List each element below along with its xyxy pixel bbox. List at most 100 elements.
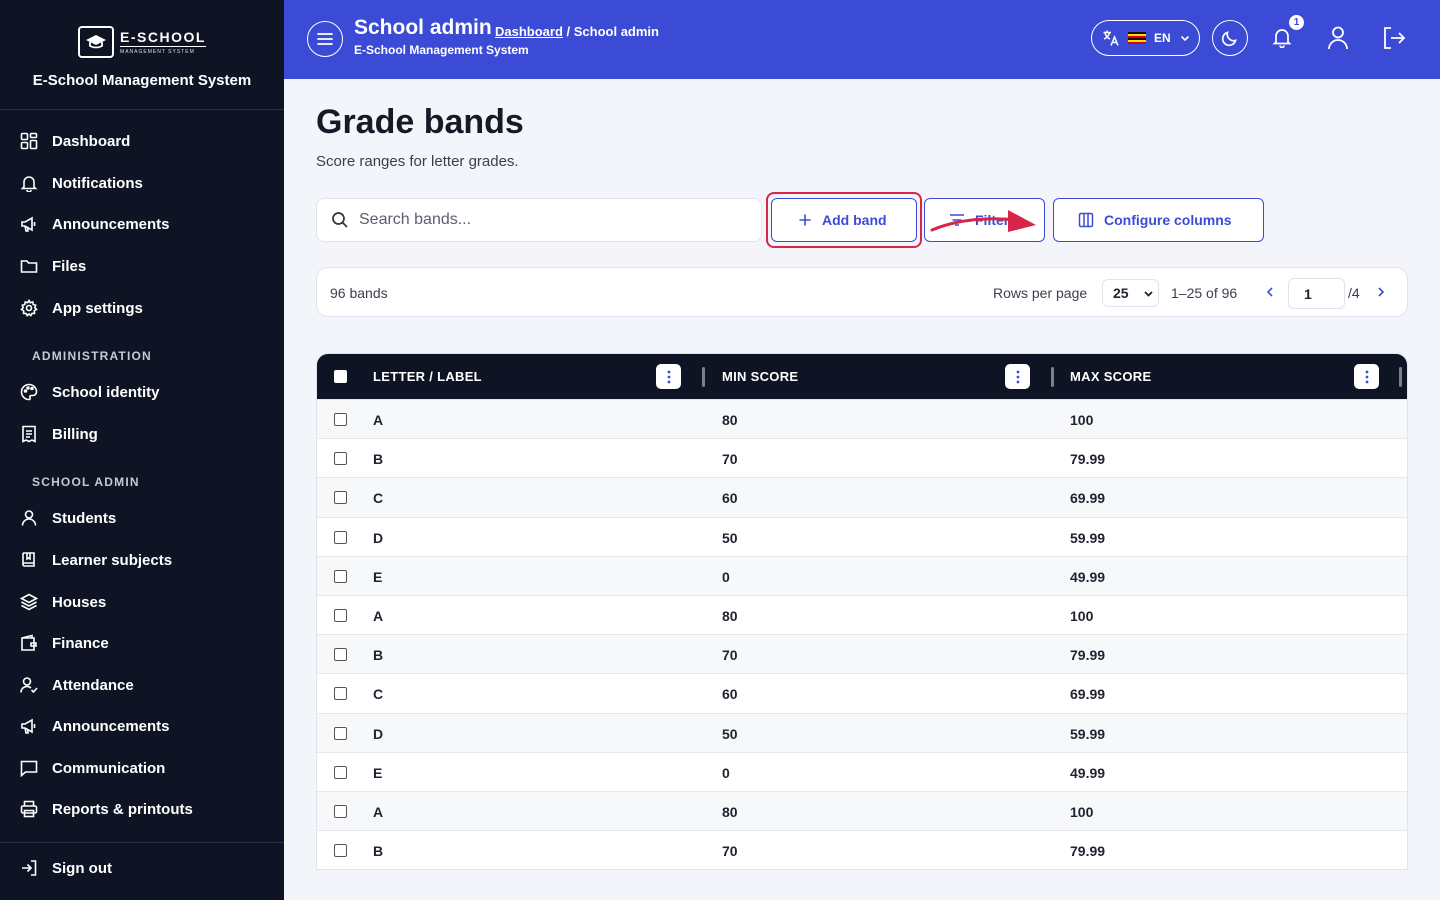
cell-min-score: 60 — [722, 490, 738, 507]
cell-max-score: 69.99 — [1070, 686, 1106, 703]
sidebar-item-students[interactable]: Students — [20, 506, 116, 530]
sidebar-item-app-settings[interactable]: App settings — [20, 296, 143, 320]
column-menu-button[interactable] — [656, 364, 681, 389]
logout-icon — [1384, 27, 1406, 49]
cell-letter: B — [373, 647, 384, 664]
breadcrumb-link-dashboard[interactable]: Dashboard — [495, 24, 563, 39]
graduation-cap-icon — [78, 26, 115, 58]
page-number-input[interactable]: 1 — [1288, 278, 1345, 309]
row-checkbox[interactable] — [334, 726, 347, 740]
logo[interactable]: E-SCHOOL MANAGEMENT SYSTEM — [78, 26, 206, 58]
row-checkbox[interactable] — [334, 844, 347, 858]
megaphone-icon — [21, 216, 36, 232]
more-vertical-icon — [1016, 370, 1019, 383]
column-resize-handle[interactable] — [702, 367, 705, 387]
sidebar-item-label: Files — [52, 257, 87, 275]
column-menu-button[interactable] — [1005, 364, 1030, 389]
table-row[interactable]: B 70 79.99 — [317, 634, 1407, 674]
row-checkbox[interactable] — [334, 687, 347, 701]
theme-toggle-button[interactable] — [1212, 20, 1248, 56]
cell-letter: C — [373, 686, 384, 703]
row-checkbox[interactable] — [334, 648, 347, 662]
column-resize-handle[interactable] — [1051, 367, 1054, 387]
user-icon — [21, 510, 37, 526]
add-band-button[interactable]: Add band — [771, 198, 917, 242]
row-checkbox[interactable] — [334, 804, 347, 818]
cell-max-score: 59.99 — [1070, 529, 1106, 546]
sidebar-item-label: School identity — [52, 383, 160, 401]
column-header-max-score[interactable]: MAX SCORE — [1070, 369, 1151, 384]
table-row[interactable]: C 60 69.99 — [317, 477, 1407, 517]
row-checkbox[interactable] — [334, 569, 347, 583]
column-header-letter[interactable]: LETTER / LABEL — [373, 369, 482, 384]
row-checkbox[interactable] — [334, 530, 347, 544]
sidebar-item-announcements-school[interactable]: Announcements — [20, 714, 170, 738]
language-select[interactable]: EN — [1091, 20, 1200, 56]
sign-out-button[interactable]: Sign out — [20, 856, 112, 880]
breadcrumb: Dashboard / School admin — [495, 24, 659, 39]
sidebar-item-reports[interactable]: Reports & printouts — [20, 797, 193, 821]
sidebar-item-finance[interactable]: Finance — [20, 631, 109, 655]
search-input[interactable] — [359, 211, 739, 229]
table-row[interactable]: A 80 100 — [317, 594, 1407, 634]
logout-button[interactable] — [1381, 25, 1407, 56]
row-checkbox[interactable] — [334, 491, 347, 505]
sidebar-item-school-identity[interactable]: School identity — [20, 380, 160, 404]
next-page-button[interactable] — [1375, 285, 1387, 304]
sidebar-item-files[interactable]: Files — [20, 254, 86, 278]
sidebar: E-SCHOOL MANAGEMENT SYSTEM E-School Mana… — [0, 0, 284, 900]
cell-letter: B — [373, 843, 384, 860]
page-title: Grade bands — [316, 103, 524, 141]
cell-min-score: 80 — [722, 412, 738, 428]
cell-max-score: 100 — [1070, 803, 1094, 820]
row-checkbox[interactable] — [334, 413, 347, 426]
table-row[interactable]: A 80 100 — [317, 790, 1407, 831]
cell-letter: E — [373, 764, 383, 781]
page-range: 1–25 of 96 — [1171, 285, 1238, 301]
sidebar-item-dashboard[interactable]: Dashboard — [20, 129, 130, 153]
sidebar-item-communication[interactable]: Communication — [20, 756, 165, 780]
page-subtitle: Score ranges for letter grades. — [316, 153, 519, 170]
row-checkbox[interactable] — [334, 452, 347, 466]
select-all-checkbox[interactable] — [334, 370, 347, 383]
sidebar-item-announcements[interactable]: Announcements — [20, 212, 170, 236]
column-resize-handle[interactable] — [1399, 367, 1402, 387]
cell-min-score: 70 — [722, 843, 738, 860]
table-row[interactable]: E 0 49.99 — [317, 751, 1407, 791]
result-count: 96 bands — [330, 285, 388, 301]
column-header-min-score[interactable]: MIN SCORE — [722, 369, 798, 384]
sidebar-item-houses[interactable]: Houses — [20, 590, 106, 614]
menu-toggle-button[interactable] — [307, 21, 343, 57]
sidebar-item-notifications[interactable]: Notifications — [20, 171, 143, 195]
table-row[interactable]: B 70 79.99 — [317, 438, 1407, 477]
sidebar-item-learner-subjects[interactable]: Learner subjects — [20, 548, 172, 572]
sidebar-item-billing[interactable]: Billing — [20, 422, 98, 446]
cell-min-score: 70 — [722, 647, 738, 664]
cell-max-score: 79.99 — [1070, 647, 1106, 664]
folder-icon — [20, 260, 38, 273]
table-row[interactable]: B 70 79.99 — [317, 830, 1407, 869]
profile-button[interactable] — [1326, 25, 1350, 56]
table-row[interactable]: C 60 69.99 — [317, 673, 1407, 712]
cell-letter: E — [373, 568, 383, 585]
table-row[interactable]: D 50 59.99 — [317, 712, 1407, 752]
sidebar-item-label: Dashboard — [52, 132, 131, 150]
row-checkbox[interactable] — [334, 765, 347, 779]
previous-page-button[interactable] — [1264, 285, 1276, 304]
rows-per-page-select[interactable]: 25 — [1102, 279, 1159, 307]
table-row[interactable]: E 0 49.99 — [317, 555, 1407, 595]
hamburger-icon — [317, 33, 333, 45]
table-body: A 80 100 B 70 79.99 C 60 69.99 D 50 59.99 E 0 49.9… — [317, 399, 1407, 869]
gear-icon — [20, 299, 38, 317]
cell-min-score: 50 — [722, 725, 738, 742]
rows-per-page-label: Rows per page — [993, 285, 1088, 301]
column-menu-button[interactable] — [1354, 364, 1379, 389]
palette-icon — [20, 383, 38, 401]
more-vertical-icon — [667, 370, 670, 383]
annotation-arrow-icon — [930, 210, 1036, 232]
sidebar-item-attendance[interactable]: Attendance — [20, 673, 134, 697]
table-row[interactable]: A 80 100 — [317, 399, 1407, 439]
configure-columns-button[interactable]: Configure columns — [1053, 198, 1264, 242]
row-checkbox[interactable] — [334, 608, 347, 622]
table-row[interactable]: D 50 59.99 — [317, 516, 1407, 556]
